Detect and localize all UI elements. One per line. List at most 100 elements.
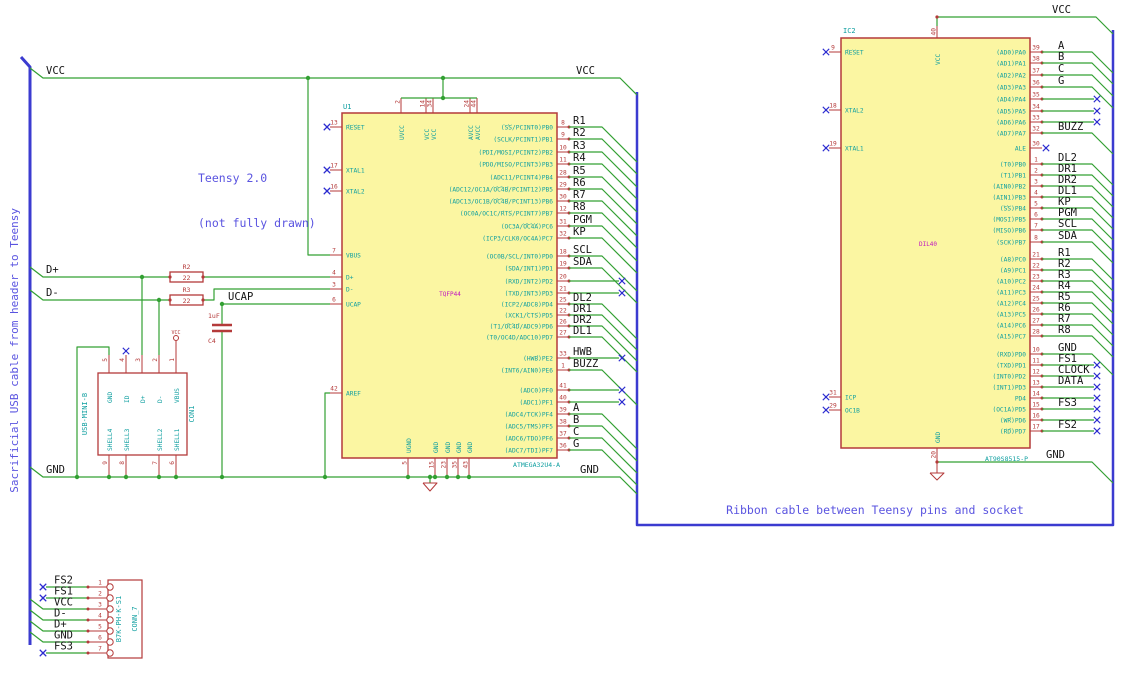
resistor-r3[interactable]: R322 xyxy=(169,286,204,306)
svg-text:VCC: VCC xyxy=(431,129,438,140)
svg-text:6: 6 xyxy=(1034,212,1038,219)
schematic-svg[interactable]: U1ATMEGA32U4-ATQFP4413RESET17XTAL116XTAL… xyxy=(0,0,1131,690)
svg-text:14: 14 xyxy=(420,100,427,108)
net-label-vcc: VCC xyxy=(46,65,65,77)
net-label-pgm: PGM xyxy=(573,214,592,226)
net-label-data: DATA xyxy=(1058,375,1084,387)
svg-text:(HWB)PE2: (HWB)PE2 xyxy=(523,356,553,363)
svg-text:(ADC0)PF0: (ADC0)PF0 xyxy=(519,388,553,395)
net-label-kp: KP xyxy=(573,226,586,238)
c4-value: 1uF xyxy=(208,312,220,320)
net-label-a: A xyxy=(573,402,580,414)
svg-text:16: 16 xyxy=(330,184,338,191)
svg-text:33: 33 xyxy=(559,351,567,358)
svg-text:(MISO)PB6: (MISO)PB6 xyxy=(992,228,1026,235)
capacitor-c4[interactable]: 1uF C4 xyxy=(208,312,232,345)
con1-usb-connector[interactable]: USB-MINI-B CON1 5 GND 4 ID 3 D+ 2 D- 1 VBUS 9 SHELL4 8… xyxy=(81,350,196,477)
svg-text:7: 7 xyxy=(332,248,336,255)
svg-text:36: 36 xyxy=(559,443,567,450)
svg-text:(A12)PC4: (A12)PC4 xyxy=(996,301,1026,308)
con1-reference: CON1 xyxy=(188,406,196,423)
svg-text:19: 19 xyxy=(829,141,837,148)
svg-text:(A11)PC3: (A11)PC3 xyxy=(996,290,1026,297)
svg-text:(AD1)PA1: (AD1)PA1 xyxy=(996,61,1026,68)
svg-text:(AD3)PA3: (AD3)PA3 xyxy=(996,85,1026,92)
svg-text:38: 38 xyxy=(1032,56,1040,63)
svg-text:VCC: VCC xyxy=(171,330,180,336)
svg-text:31: 31 xyxy=(829,390,837,397)
svg-text:7: 7 xyxy=(1034,223,1038,230)
ic2-symbol[interactable]: IC2AT90S8515-PDIL409RESET18XTAL219XTAL13… xyxy=(822,26,1114,463)
r2-value: 22 xyxy=(183,274,191,282)
svg-text:30: 30 xyxy=(559,194,567,201)
svg-text:(T1)PB1: (T1)PB1 xyxy=(1000,173,1026,180)
svg-text:(AD6)PA6: (AD6)PA6 xyxy=(996,120,1026,127)
svg-text:17: 17 xyxy=(1032,424,1040,431)
svg-text:(ADC11/PCINT4)PB4: (ADC11/PCINT4)PB4 xyxy=(490,175,554,182)
svg-text:(RXD)PD0: (RXD)PD0 xyxy=(996,352,1026,359)
u1-value: ATMEGA32U4-A xyxy=(513,461,560,469)
svg-text:(A15)PC7: (A15)PC7 xyxy=(996,334,1026,341)
svg-text:18: 18 xyxy=(559,249,567,256)
svg-text:(ADC6/TDO)PF6: (ADC6/TDO)PF6 xyxy=(505,436,554,443)
svg-text:3: 3 xyxy=(332,282,336,289)
svg-text:27: 27 xyxy=(1032,318,1040,325)
svg-text:32: 32 xyxy=(559,231,567,238)
ic2-reference: IC2 xyxy=(843,27,856,35)
left-cable-note: Sacrificial USB cable from header to Tee… xyxy=(2,185,26,515)
svg-text:27: 27 xyxy=(559,330,567,337)
svg-text:SHELL1: SHELL1 xyxy=(174,428,181,451)
conn7-value: B7K-PH-K-S1 xyxy=(115,596,123,642)
svg-text:4: 4 xyxy=(98,613,102,620)
conn7-reference: CONN_7 xyxy=(131,606,139,631)
svg-text:(INT1)PD3: (INT1)PD3 xyxy=(992,385,1026,392)
net-label-sda: SDA xyxy=(1058,230,1078,242)
svg-text:(AIN0)PB2: (AIN0)PB2 xyxy=(992,184,1026,191)
svg-text:3: 3 xyxy=(135,358,142,362)
svg-text:38: 38 xyxy=(559,419,567,426)
svg-text:(INT6/AIN0)PE6: (INT6/AIN0)PE6 xyxy=(501,368,553,375)
svg-text:20: 20 xyxy=(559,274,567,281)
svg-text:18: 18 xyxy=(829,103,837,110)
svg-text:26: 26 xyxy=(559,319,567,326)
ic-symbols[interactable]: U1ATMEGA32U4-ATQFP4413RESET17XTAL116XTAL… xyxy=(323,26,1114,486)
net-label-r3: R3 xyxy=(573,140,586,152)
svg-text:VBUS: VBUS xyxy=(174,388,181,403)
svg-text:34: 34 xyxy=(427,100,434,108)
svg-text:4: 4 xyxy=(1034,190,1038,197)
svg-text:(AD0)PA0: (AD0)PA0 xyxy=(996,50,1026,57)
svg-text:(WR)PD6: (WR)PD6 xyxy=(1000,418,1026,425)
svg-text:(A10)PC2: (A10)PC2 xyxy=(996,279,1026,286)
svg-text:9: 9 xyxy=(831,45,835,52)
conn7-connector[interactable]: B7K-PH-K-S1 CONN_71FS22FS13VCC4D-5D+6GND7… xyxy=(29,575,143,659)
net-label-buzz: BUZZ xyxy=(573,358,598,370)
svg-text:XTAL2: XTAL2 xyxy=(845,108,864,115)
svg-text:44: 44 xyxy=(471,100,478,108)
net-label-r7: R7 xyxy=(573,189,586,201)
net-label-r2: R2 xyxy=(573,127,586,139)
svg-text:36: 36 xyxy=(1032,80,1040,87)
svg-text:22: 22 xyxy=(559,308,567,315)
teensy-note-line1: Teensy 2.0 xyxy=(198,171,268,185)
schematic-canvas[interactable]: U1 ATMEGA32U4-A TQFP44 13 RESET 17 XTAL1 16 XTAL… xyxy=(0,0,1131,690)
svg-text:9: 9 xyxy=(102,461,109,465)
svg-text:(SS)PB4: (SS)PB4 xyxy=(1000,206,1026,213)
net-label-fs2: FS2 xyxy=(1058,419,1077,431)
u1-symbol[interactable]: U1ATMEGA32U4-ATQFP4413RESET17XTAL116XTAL… xyxy=(323,98,638,486)
u1-package: TQFP44 xyxy=(439,291,461,298)
svg-text:1: 1 xyxy=(169,358,176,362)
svg-text:GND: GND xyxy=(467,442,474,453)
ic2-package: DIL40 xyxy=(919,241,937,248)
svg-text:8: 8 xyxy=(119,461,126,465)
svg-text:(AIN1)PB3: (AIN1)PB3 xyxy=(992,195,1026,202)
net-label-r6: R6 xyxy=(573,177,586,189)
svg-text:UCAP: UCAP xyxy=(346,302,361,309)
svg-text:SHELL2: SHELL2 xyxy=(157,428,164,451)
svg-text:10: 10 xyxy=(1032,347,1040,354)
left-cable-note-text: Sacrificial USB cable from header to Tee… xyxy=(7,207,21,493)
resistors[interactable]: R222 R322 xyxy=(169,263,204,306)
resistor-r2[interactable]: R222 xyxy=(169,263,204,283)
svg-text:(AD7)PA7: (AD7)PA7 xyxy=(996,131,1026,138)
svg-text:AVCC: AVCC xyxy=(468,125,475,140)
svg-text:14: 14 xyxy=(1032,391,1040,398)
